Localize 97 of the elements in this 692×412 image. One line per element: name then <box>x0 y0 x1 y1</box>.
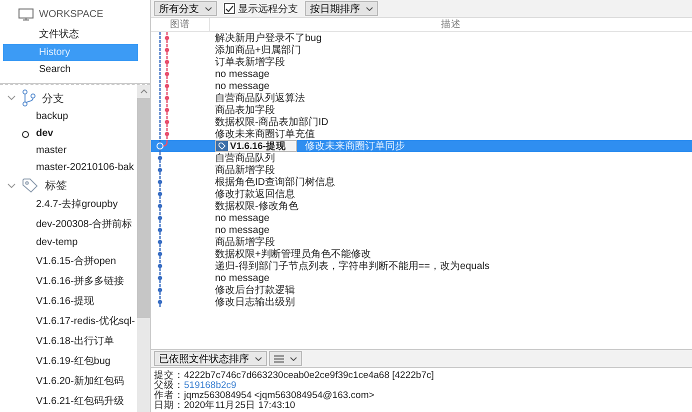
list-icon <box>274 354 284 362</box>
detail-value: 4222b7c746c7d663230ceab0e2ce9f39c1ce4a68 [4222b7c] <box>184 370 434 380</box>
tree-item[interactable]: master-20210106-bak <box>36 162 134 173</box>
commit-message: 数据权限-修改角色 <box>215 200 298 213</box>
tree-item[interactable]: master <box>36 145 67 156</box>
commit-message: 数据权限-商品表加部门ID <box>215 116 328 128</box>
scrollbar[interactable] <box>137 85 150 412</box>
commit-row[interactable]: 添加商品+归属部门 <box>151 44 692 56</box>
commit-message: 添加商品+归属部门 <box>215 44 301 56</box>
commit-message: 商品新增字段 <box>215 164 275 176</box>
commit-row[interactable]: 商品表加字段 <box>151 104 692 116</box>
caret-icon <box>366 6 373 10</box>
tree-item[interactable]: V1.6.16-拼多多链接 <box>36 276 124 287</box>
commit-message: no message <box>215 272 270 284</box>
commit-message: 自营商品队列 <box>215 152 275 164</box>
tree-item[interactable]: V1.6.17-redis-优化sql- <box>36 316 135 327</box>
commit-row[interactable]: 商品新增字段 <box>151 236 692 248</box>
commit-row[interactable]: 根据角色ID查询部门树信息 <box>151 176 692 188</box>
commit-row[interactable]: 数据权限-商品表加部门ID <box>151 116 692 128</box>
commit-message: 根据角色ID查询部门树信息 <box>215 176 335 188</box>
tree-item[interactable]: dev-temp <box>36 237 78 248</box>
commit-row[interactable]: 自营商品队列返算法 <box>151 92 692 104</box>
commit-row[interactable]: no message <box>151 80 692 92</box>
commit-row[interactable]: no message <box>151 272 692 284</box>
workspace-item[interactable]: 文件状态 <box>3 24 138 44</box>
commit-message: 商品表加字段 <box>215 104 275 116</box>
caret-icon <box>205 6 212 10</box>
commit-row[interactable]: no message <box>151 68 692 80</box>
branch-icon <box>22 89 36 107</box>
scroll-up-icon[interactable] <box>140 89 148 94</box>
commit-message: 修改后台打款逻辑 <box>215 284 295 296</box>
tree-item[interactable]: V1.6.21-红包码升级 <box>36 396 124 407</box>
column-header[interactable]: 图谱 <box>151 18 210 31</box>
checkbox-label: 显示远程分支 <box>238 2 298 16</box>
section-title: 分支 <box>42 92 64 106</box>
commit-row[interactable]: 修改未来商圈订单充值 <box>151 128 692 140</box>
workspace-title: WORKSPACE <box>39 9 104 20</box>
commit-row[interactable]: 修改打款返回信息 <box>151 188 692 200</box>
parent-commit-link[interactable]: 519168b2c9 <box>184 380 236 390</box>
column-header[interactable]: 描述 <box>210 18 692 31</box>
caret-icon <box>290 356 297 360</box>
commit-row[interactable]: 递归-得到部门子节点列表，字符串判断不能用==，改为equals <box>151 260 692 272</box>
sort-dropdown[interactable]: 按日期排序 <box>305 1 378 16</box>
branch-filter-dropdown[interactable]: 所有分支 <box>154 1 217 16</box>
commit-row[interactable]: 数据权限-修改角色 <box>151 200 692 212</box>
tree-item[interactable]: V1.6.18-出行订单 <box>36 336 114 347</box>
tag-icon <box>22 178 39 193</box>
caret-icon <box>255 356 262 360</box>
commit-row[interactable]: 订单表新增字段 <box>151 56 692 68</box>
commit-message: 订单表新增字段 <box>215 56 285 69</box>
commit-message: 商品新增字段 <box>215 235 275 248</box>
commit-row[interactable]: 解决新用户登录不了bug <box>151 32 692 44</box>
workspace-item[interactable]: Search <box>3 61 138 78</box>
tag-icon <box>216 141 228 151</box>
file-sort-dropdown[interactable]: 已依照文件状态排序 <box>154 351 267 366</box>
commit-row[interactable]: 商品新增字段 <box>151 164 692 176</box>
tag-label[interactable]: V1.6.16-提现 <box>215 140 297 152</box>
tree-item[interactable]: backup <box>36 111 68 122</box>
commit-message: 递归-得到部门子节点列表，字符串判断不能用==，改为equals <box>215 260 490 273</box>
detail-label: 提交： <box>154 368 184 380</box>
commit-row[interactable]: no message <box>151 212 692 224</box>
commit-row[interactable]: no message <box>151 224 692 236</box>
scroll-thumb[interactable] <box>137 98 150 318</box>
tree-item[interactable]: V1.6.20-新加红包码 <box>36 376 124 387</box>
commit-message: 修改日志输出级别 <box>215 296 295 309</box>
detail-value: 2020年11月25日 17:43:10 <box>184 400 296 412</box>
detail-label: 父级： <box>154 380 184 390</box>
commit-message: no message <box>215 80 270 92</box>
tree-item[interactable]: V1.6.16-提现 <box>36 296 94 307</box>
detail-value: jqmz563084954 <jqm563084954@163.com> <box>184 390 374 400</box>
commit-row[interactable]: 修改日志输出级别 <box>151 296 692 308</box>
commit-message: 修改未来商圈订单同步 <box>304 140 405 153</box>
commit-message: no message <box>215 224 270 236</box>
commit-message: 数据权限+判断管理员角色不能修改 <box>215 248 371 260</box>
monitor-icon <box>18 8 34 21</box>
detail-label: 日期： <box>154 400 184 412</box>
tree-item[interactable]: dev <box>36 128 54 139</box>
commit-message: 自营商品队列返算法 <box>215 92 305 104</box>
tree-item[interactable]: V1.6.15-合拼open <box>36 256 116 267</box>
view-menu-dropdown[interactable] <box>269 351 302 366</box>
commit-message: 修改打款返回信息 <box>215 188 295 200</box>
tree-item[interactable]: dev-200308-合拼前标 <box>36 219 132 230</box>
commit-row[interactable]: 自营商品队列 <box>151 152 692 164</box>
chevron-down-icon[interactable] <box>7 182 16 188</box>
commit-row[interactable]: 数据权限+判断管理员角色不能修改 <box>151 248 692 260</box>
tree-item[interactable]: V1.6.19-红包bug <box>36 356 110 367</box>
commit-row[interactable]: V1.6.16-提现 修改未来商圈订单同步 <box>151 140 692 152</box>
commit-message: 修改未来商圈订单充值 <box>215 128 315 141</box>
chevron-down-icon[interactable] <box>7 95 16 101</box>
tree-item[interactable]: 2.4.7-去掉groupby <box>36 199 118 210</box>
detail-label: 作者： <box>154 390 184 400</box>
commit-row[interactable]: 修改后台打款逻辑 <box>151 284 692 296</box>
commit-message: 解决新用户登录不了bug <box>215 32 322 44</box>
checkbox[interactable] <box>224 3 235 14</box>
section-title: 标签 <box>45 179 67 193</box>
commit-message: no message <box>215 68 270 80</box>
commit-message: no message <box>215 212 270 224</box>
